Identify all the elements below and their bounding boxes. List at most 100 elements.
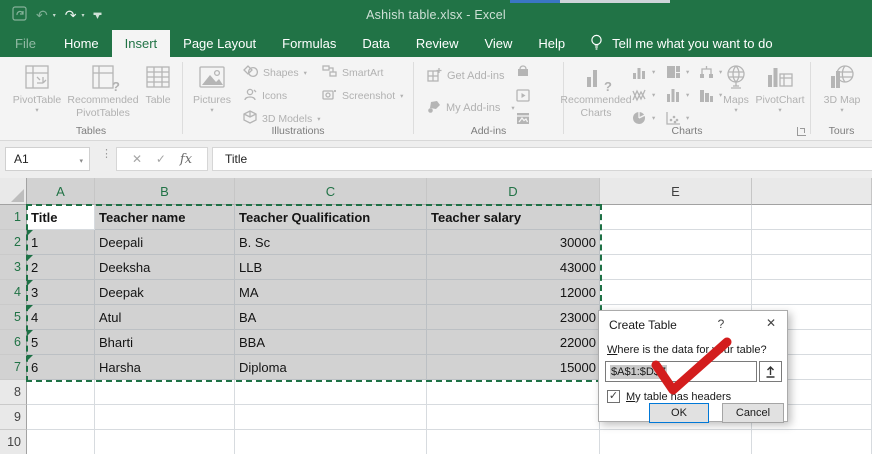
pivottable-button[interactable]: PivotTable▾ (8, 61, 66, 114)
row-header-6[interactable]: 6 (0, 330, 27, 355)
name-box[interactable]: A1 ▾ (5, 147, 90, 171)
pivotchart-button[interactable]: PivotChart▾ (752, 61, 808, 114)
row-header-1[interactable]: 1 (0, 205, 27, 230)
cancel-entry-icon[interactable]: ✕ (132, 152, 142, 166)
pie-chart-icon[interactable]: ▾ (632, 109, 655, 126)
video-mini-icon[interactable] (516, 87, 530, 104)
row-header-10[interactable]: 10 (0, 430, 27, 454)
3d-map-button[interactable]: 3D Map▾ (818, 61, 866, 114)
cell-F2[interactable] (752, 230, 872, 255)
cell-C5[interactable]: BA (235, 305, 427, 330)
scatter-chart-icon[interactable]: ▾ (666, 109, 689, 126)
cell-D4[interactable]: 12000 (427, 280, 600, 305)
icons-button[interactable]: Icons (243, 87, 287, 104)
cell-C3[interactable]: LLB (235, 255, 427, 280)
tab-data[interactable]: Data (349, 30, 402, 57)
cell-E4[interactable] (600, 280, 752, 305)
cell-B5[interactable]: Atul (95, 305, 235, 330)
cell-A7[interactable]: 6 (27, 355, 95, 380)
column-header-E[interactable]: E (600, 178, 752, 205)
row-header-3[interactable]: 3 (0, 255, 27, 280)
formula-bar-resize-handle[interactable]: ⋮ (101, 149, 112, 159)
cell-D5[interactable]: 23000 (427, 305, 600, 330)
cell-A3[interactable]: 2 (27, 255, 95, 280)
recommended-charts-button[interactable]: ? Recommended Charts (566, 61, 626, 119)
cell-D7[interactable]: 15000 (427, 355, 600, 380)
tab-page-layout[interactable]: Page Layout (170, 30, 269, 57)
tab-help[interactable]: Help (525, 30, 578, 57)
smartart-button[interactable]: SmartArt (322, 64, 383, 81)
cell-C4[interactable]: MA (235, 280, 427, 305)
row-header-8[interactable]: 8 (0, 380, 27, 405)
cell-A2[interactable]: 1 (27, 230, 95, 255)
cell-F1[interactable] (752, 205, 872, 230)
dialog-close-button[interactable]: ✕ (761, 316, 781, 330)
ok-button[interactable]: OK (649, 403, 709, 423)
cell-C7[interactable]: Diploma (235, 355, 427, 380)
cell-A8[interactable] (27, 380, 95, 405)
row-header-5[interactable]: 5 (0, 305, 27, 330)
tab-home[interactable]: Home (51, 30, 112, 57)
my-table-has-headers-checkbox[interactable]: ✓ (607, 390, 620, 403)
cell-D2[interactable]: 30000 (427, 230, 600, 255)
cell-A5[interactable]: 4 (27, 305, 95, 330)
treemap-chart-icon[interactable]: ▾ (666, 63, 689, 80)
cell-D10[interactable] (427, 430, 600, 454)
cell-B10[interactable] (95, 430, 235, 454)
formula-bar-input[interactable]: Title (212, 147, 872, 171)
row-header-7[interactable]: 7 (0, 355, 27, 380)
select-all-corner[interactable] (0, 178, 27, 205)
cell-E3[interactable] (600, 255, 752, 280)
cell-D6[interactable]: 22000 (427, 330, 600, 355)
table-range-input[interactable]: $A$1:$D$7 (605, 361, 757, 382)
column-header-A[interactable]: A (27, 178, 95, 205)
column-header-D[interactable]: D (427, 178, 600, 205)
tab-formulas[interactable]: Formulas (269, 30, 349, 57)
cell-A10[interactable] (27, 430, 95, 454)
pictures-button[interactable]: Pictures▾ (188, 61, 236, 114)
cell-C6[interactable]: BBA (235, 330, 427, 355)
cell-B3[interactable]: Deeksha (95, 255, 235, 280)
tab-review[interactable]: Review (403, 30, 472, 57)
cell-E10[interactable] (600, 430, 752, 454)
cell-A6[interactable]: 5 (27, 330, 95, 355)
row-header-2[interactable]: 2 (0, 230, 27, 255)
screenshot-button[interactable]: Screenshot▾ (322, 87, 403, 104)
cell-E2[interactable] (600, 230, 752, 255)
column-header-C[interactable]: C (235, 178, 427, 205)
cell-B7[interactable]: Harsha (95, 355, 235, 380)
cell-B9[interactable] (95, 405, 235, 430)
maps-button[interactable]: Maps▾ (718, 61, 754, 114)
cell-C10[interactable] (235, 430, 427, 454)
cell-F3[interactable] (752, 255, 872, 280)
dialog-help-button[interactable]: ? (713, 317, 729, 331)
cell-D8[interactable] (427, 380, 600, 405)
cell-B1[interactable]: Teacher name (95, 205, 235, 230)
cell-F4[interactable] (752, 280, 872, 305)
column-header-F[interactable] (752, 178, 872, 205)
cell-D1[interactable]: Teacher salary (427, 205, 600, 230)
cell-D9[interactable] (427, 405, 600, 430)
column-header-B[interactable]: B (95, 178, 235, 205)
row-header-9[interactable]: 9 (0, 405, 27, 430)
cell-B2[interactable]: Deepali (95, 230, 235, 255)
line-chart-icon[interactable]: ▾ (632, 86, 655, 103)
cell-C1[interactable]: Teacher Qualification (235, 205, 427, 230)
table-button[interactable]: Table (138, 61, 178, 107)
shapes-button[interactable]: Shapes▾ (243, 64, 307, 81)
tab-view[interactable]: View (471, 30, 525, 57)
get-add-ins-button[interactable]: Get Add-ins (427, 67, 504, 84)
name-box-dropdown-icon[interactable]: ▾ (79, 157, 83, 165)
cell-B6[interactable]: Bharti (95, 330, 235, 355)
column-chart-icon[interactable]: ▾ (632, 63, 655, 80)
bar-chart-icon[interactable]: ▾ (666, 86, 689, 103)
tab-file[interactable]: File (0, 30, 51, 57)
cell-A1[interactable]: Title (27, 205, 95, 230)
range-picker-button[interactable] (759, 361, 782, 382)
recommended-pivottables-button[interactable]: ? Recommended PivotTables (64, 61, 142, 119)
cell-C8[interactable] (235, 380, 427, 405)
cell-F10[interactable] (752, 430, 872, 454)
cell-A9[interactable] (27, 405, 95, 430)
tab-insert[interactable]: Insert (112, 30, 171, 57)
enter-entry-icon[interactable]: ✓ (156, 152, 166, 166)
